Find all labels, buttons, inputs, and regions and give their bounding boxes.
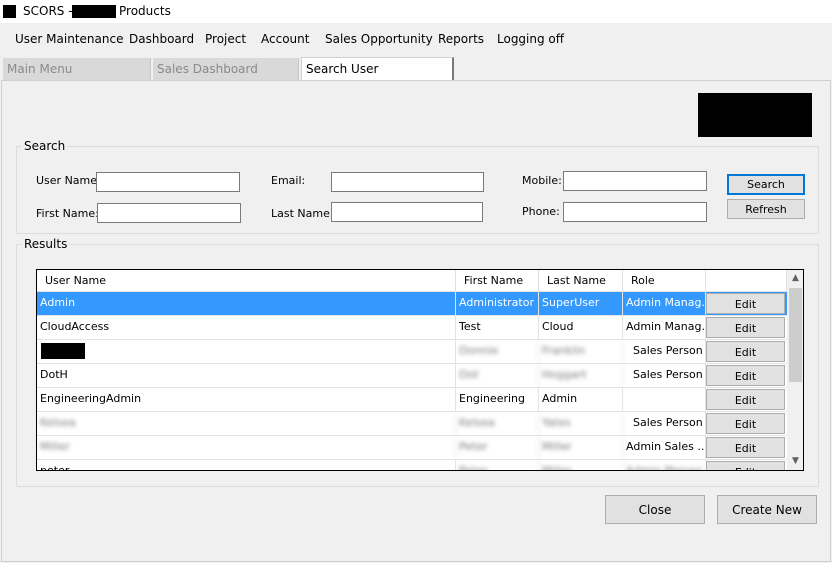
search-button[interactable]: Search — [727, 174, 805, 195]
cell-last-name: SuperUser — [539, 292, 623, 315]
cell-last-name: Franklin — [539, 340, 623, 363]
window-title-prefix: SCORS - — [23, 4, 77, 18]
cell-last-name: Cloud — [539, 316, 623, 339]
cell-role: Admin Manag... — [623, 460, 706, 470]
menu-project[interactable]: Project — [205, 32, 246, 46]
cell-user-name: peter — [37, 460, 456, 470]
table-row[interactable]: EngineeringAdmin Engineering Admin Edit — [37, 387, 787, 411]
cell-user-name: Admin — [37, 292, 456, 315]
cell-role: Sales Person — [623, 340, 706, 363]
results-grid: User Name First Name Last Name Role Admi… — [36, 269, 804, 471]
edit-button[interactable]: Edit — [706, 413, 785, 434]
first-name-field[interactable] — [97, 203, 241, 223]
table-row[interactable]: peter Peter Miller Admin Manag... Edit — [37, 459, 787, 470]
menu-account[interactable]: Account — [261, 32, 309, 46]
phone-label: Phone: — [522, 205, 560, 218]
edit-button[interactable]: Edit — [706, 365, 785, 386]
mobile-field[interactable] — [563, 171, 707, 191]
scroll-down-icon[interactable]: ▼ — [787, 453, 803, 470]
edit-button[interactable]: Edit — [706, 461, 785, 470]
cell-role — [623, 388, 706, 411]
cell-first-name: Test — [456, 316, 539, 339]
cell-role: Sales Person — [623, 364, 706, 387]
vertical-scrollbar[interactable]: ▲ ▼ — [787, 270, 803, 470]
title-bar: SCORS - Products — [0, 0, 832, 23]
user-name-field[interactable] — [96, 172, 240, 192]
cell-role: Admin Manag... — [623, 316, 706, 339]
menu-dashboard[interactable]: Dashboard — [129, 32, 194, 46]
cell-role: Admin Sales ... — [623, 436, 706, 459]
edit-button[interactable]: Edit — [706, 437, 785, 458]
email-label: Email: — [271, 174, 306, 187]
results-group-title: Results — [22, 237, 70, 251]
table-row[interactable]: CloudAccess Test Cloud Admin Manag... Ed… — [37, 315, 787, 339]
column-header-role[interactable]: Role — [623, 270, 706, 291]
cell-last-name: Miller — [539, 460, 623, 470]
tab-search-user[interactable]: Search User — [301, 57, 454, 81]
cell-user-name: DotH — [37, 364, 456, 387]
table-row[interactable]: Admin Administrator SuperUser Admin Mana… — [37, 291, 787, 315]
tab-main-menu[interactable]: Main Menu — [3, 58, 151, 80]
table-row[interactable]: Donnie Franklin Sales Person Edit — [37, 339, 787, 363]
cell-role: Sales Person — [623, 412, 706, 435]
cell-first-name: Dot — [456, 364, 539, 387]
refresh-button[interactable]: Refresh — [727, 199, 805, 219]
scroll-up-icon[interactable]: ▲ — [787, 270, 803, 287]
menu-reports[interactable]: Reports — [438, 32, 484, 46]
last-name-field[interactable] — [331, 202, 483, 222]
edit-button[interactable]: Edit — [706, 341, 785, 362]
app-icon — [3, 5, 16, 18]
menu-bar: User Maintenance Dashboard Project Accou… — [0, 23, 832, 55]
window-title-suffix: Products — [119, 4, 171, 18]
create-new-button[interactable]: Create New — [717, 495, 817, 524]
cell-first-name: Peter — [456, 460, 539, 470]
last-name-label: Last Name: — [271, 207, 334, 220]
redacted-company-name — [72, 5, 116, 18]
table-row[interactable]: Miller Peter Miller Admin Sales ... Edit — [37, 435, 787, 459]
menu-logging-off[interactable]: Logging off — [497, 32, 564, 46]
search-group-title: Search — [22, 139, 68, 153]
cell-user-name: CloudAccess — [37, 316, 456, 339]
column-header-edit — [706, 270, 787, 291]
column-header-user-name[interactable]: User Name — [37, 270, 456, 291]
edit-button[interactable]: Edit — [706, 293, 785, 314]
mobile-label: Mobile: — [522, 174, 562, 187]
email-field[interactable] — [331, 172, 484, 192]
cell-first-name: Administrator — [456, 292, 539, 315]
column-header-last-name[interactable]: Last Name — [539, 270, 623, 291]
menu-sales-opportunity[interactable]: Sales Opportunity — [325, 32, 433, 46]
first-name-label: First Name: — [36, 207, 99, 220]
cell-user-name: Kelsea — [37, 412, 456, 435]
scroll-thumb[interactable] — [789, 288, 802, 382]
cell-user-name — [37, 340, 456, 363]
table-row[interactable]: Kelsea Kelsea Yates Sales Person Edit — [37, 411, 787, 435]
column-header-first-name[interactable]: First Name — [456, 270, 539, 291]
cell-role: Admin Manag... — [623, 292, 706, 315]
cell-user-name: Miller — [37, 436, 456, 459]
edit-button[interactable]: Edit — [706, 317, 785, 338]
cell-first-name: Engineering — [456, 388, 539, 411]
phone-field[interactable] — [563, 202, 707, 222]
close-button[interactable]: Close — [605, 495, 705, 524]
menu-user-maintenance[interactable]: User Maintenance — [15, 32, 123, 46]
cell-last-name: Admin — [539, 388, 623, 411]
cell-last-name: Hoggart — [539, 364, 623, 387]
edit-button[interactable]: Edit — [706, 389, 785, 410]
redacted-user-name — [41, 343, 85, 359]
cell-last-name: Miller — [539, 436, 623, 459]
tab-sales-dashboard[interactable]: Sales Dashboard — [153, 58, 299, 80]
user-name-label: User Name: — [36, 174, 101, 187]
table-row[interactable]: DotH Dot Hoggart Sales Person Edit — [37, 363, 787, 387]
redacted-logo — [698, 93, 812, 137]
cell-user-name: EngineeringAdmin — [37, 388, 456, 411]
cell-first-name: Kelsea — [456, 412, 539, 435]
cell-last-name: Yates — [539, 412, 623, 435]
cell-first-name: Peter — [456, 436, 539, 459]
cell-first-name: Donnie — [456, 340, 539, 363]
